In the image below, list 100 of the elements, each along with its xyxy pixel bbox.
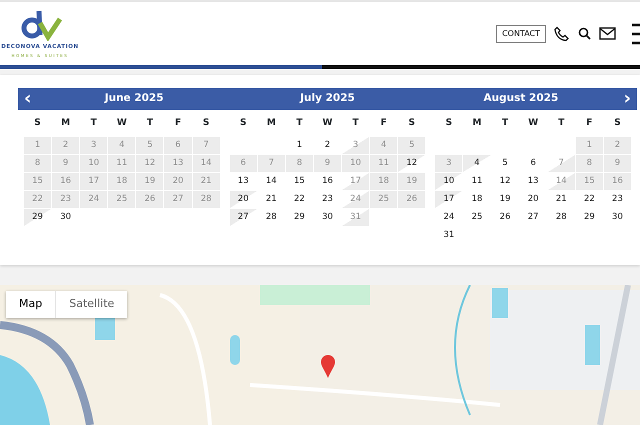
calendar-day[interactable]: 9 — [604, 154, 631, 172]
calendar-day[interactable]: 11 — [370, 154, 398, 172]
calendar-day[interactable]: 8 — [24, 154, 52, 172]
calendar-day[interactable]: 15 — [286, 172, 313, 190]
calendar-day[interactable]: 25 — [463, 208, 491, 226]
calendar-day[interactable]: 22 — [286, 190, 313, 208]
calendar-day[interactable]: 30 — [604, 208, 631, 226]
calendar-day[interactable]: 22 — [24, 190, 52, 208]
calendar-day[interactable]: 14 — [258, 172, 285, 190]
calendar-day[interactable]: 2 — [52, 136, 80, 154]
calendar-day[interactable]: 12 — [136, 154, 164, 172]
calendar-day[interactable]: 16 — [314, 172, 342, 190]
menu-icon[interactable] — [630, 22, 640, 44]
calendar-day[interactable]: 14 — [192, 154, 220, 172]
calendar-day[interactable]: 3 — [80, 136, 108, 154]
calendar-day[interactable]: 20 — [230, 190, 257, 208]
calendar-day[interactable]: 1 — [576, 136, 603, 154]
calendar-day[interactable]: 31 — [342, 208, 370, 226]
phone-icon[interactable] — [554, 26, 570, 42]
calendar-day[interactable]: 27 — [230, 208, 257, 226]
calendar-day[interactable]: 21 — [258, 190, 285, 208]
calendar-day[interactable]: 27 — [520, 208, 547, 226]
next-month-button[interactable]: › — [618, 90, 637, 108]
calendar-day[interactable]: 2 — [604, 136, 631, 154]
calendar-day[interactable]: 26 — [136, 190, 164, 208]
calendar-day[interactable]: 23 — [604, 190, 631, 208]
calendar-day[interactable]: 17 — [342, 172, 370, 190]
calendar-day[interactable]: 9 — [52, 154, 80, 172]
calendar-day[interactable]: 13 — [164, 154, 192, 172]
calendar-day[interactable]: 30 — [314, 208, 342, 226]
calendar-day[interactable]: 9 — [314, 154, 342, 172]
calendar-day[interactable]: 12 — [398, 154, 426, 172]
calendar-day[interactable]: 3 — [342, 136, 370, 154]
calendar-day[interactable]: 12 — [492, 172, 519, 190]
calendar-day[interactable]: 20 — [520, 190, 547, 208]
calendar-day[interactable]: 4 — [463, 154, 491, 172]
calendar-day[interactable]: 1 — [24, 136, 52, 154]
calendar-day[interactable]: 30 — [52, 208, 80, 226]
calendar-day[interactable]: 29 — [24, 208, 52, 226]
calendar-day[interactable]: 13 — [520, 172, 547, 190]
calendar-day[interactable]: 10 — [342, 154, 370, 172]
calendar-day[interactable]: 4 — [370, 136, 398, 154]
map-type-tab[interactable]: Map — [6, 291, 56, 318]
calendar-day[interactable]: 8 — [576, 154, 603, 172]
calendar-day[interactable]: 18 — [108, 172, 136, 190]
calendar-day[interactable]: 16 — [604, 172, 631, 190]
calendar-day[interactable]: 17 — [435, 190, 462, 208]
map-type-tab[interactable]: Satellite — [55, 291, 128, 318]
calendar-day[interactable]: 3 — [435, 154, 462, 172]
calendar-day[interactable]: 14 — [548, 172, 575, 190]
search-icon[interactable] — [578, 27, 591, 40]
calendar-day[interactable]: 28 — [258, 208, 285, 226]
calendar-day[interactable]: 29 — [576, 208, 603, 226]
calendar-day[interactable]: 15 — [24, 172, 52, 190]
calendar-day[interactable]: 23 — [314, 190, 342, 208]
calendar-day[interactable]: 18 — [463, 190, 491, 208]
calendar-day[interactable]: 26 — [492, 208, 519, 226]
calendar-day[interactable]: 16 — [52, 172, 80, 190]
previous-month-button[interactable]: ‹ — [18, 90, 38, 108]
calendar-day[interactable]: 21 — [192, 172, 220, 190]
calendar-day[interactable]: 1 — [286, 136, 313, 154]
calendar-day[interactable]: 5 — [136, 136, 164, 154]
calendar-day[interactable]: 26 — [398, 190, 426, 208]
calendar-day[interactable]: 4 — [108, 136, 136, 154]
calendar-day[interactable]: 25 — [370, 190, 398, 208]
calendar-day[interactable]: 23 — [52, 190, 80, 208]
calendar-day[interactable]: 7 — [192, 136, 220, 154]
calendar-day[interactable]: 24 — [342, 190, 370, 208]
calendar-day[interactable]: 2 — [314, 136, 342, 154]
calendar-day[interactable]: 17 — [80, 172, 108, 190]
calendar-day[interactable]: 10 — [435, 172, 462, 190]
calendar-day[interactable]: 28 — [192, 190, 220, 208]
calendar-day[interactable]: 24 — [435, 208, 462, 226]
calendar-day[interactable]: 21 — [548, 190, 575, 208]
calendar-day[interactable]: 7 — [548, 154, 575, 172]
calendar-day[interactable]: 27 — [164, 190, 192, 208]
calendar-day[interactable]: 6 — [164, 136, 192, 154]
calendar-day[interactable]: 10 — [80, 154, 108, 172]
calendar-day[interactable]: 19 — [492, 190, 519, 208]
calendar-day[interactable]: 20 — [164, 172, 192, 190]
calendar-day[interactable]: 13 — [230, 172, 257, 190]
calendar-day[interactable]: 18 — [370, 172, 398, 190]
calendar-day[interactable]: 6 — [230, 154, 257, 172]
calendar-day[interactable]: 11 — [463, 172, 491, 190]
calendar-day[interactable]: 5 — [492, 154, 519, 172]
calendar-day[interactable]: 11 — [108, 154, 136, 172]
calendar-day[interactable]: 7 — [258, 154, 285, 172]
contact-button[interactable]: CONTACT — [496, 24, 546, 42]
calendar-day[interactable]: 5 — [398, 136, 426, 154]
calendar-day[interactable]: 6 — [520, 154, 547, 172]
calendar-day[interactable]: 28 — [548, 208, 575, 226]
calendar-day[interactable]: 29 — [286, 208, 313, 226]
mail-icon[interactable] — [599, 27, 616, 40]
calendar-day[interactable]: 15 — [576, 172, 603, 190]
calendar-day[interactable]: 8 — [286, 154, 313, 172]
calendar-day[interactable]: 19 — [398, 172, 426, 190]
calendar-day[interactable]: 25 — [108, 190, 136, 208]
calendar-day[interactable]: 31 — [435, 226, 462, 244]
calendar-day[interactable]: 24 — [80, 190, 108, 208]
calendar-day[interactable]: 22 — [576, 190, 603, 208]
